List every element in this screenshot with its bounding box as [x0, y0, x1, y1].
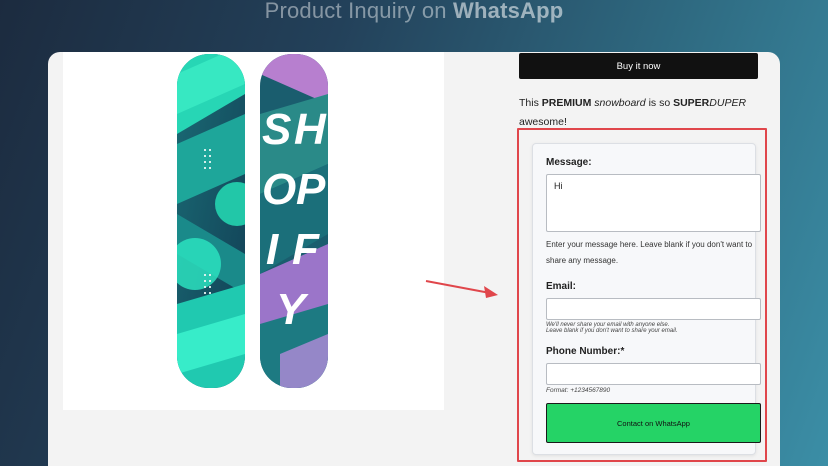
message-textarea[interactable] [546, 174, 761, 232]
phone-hint: Format: +1234567890 [546, 387, 611, 394]
board-letter-o: O [262, 165, 296, 214]
product-card: S H O P I F Y Buy it now This PREMIUM sn… [48, 52, 780, 466]
message-label: Message: [546, 157, 592, 168]
phone-label: Phone Number:* [546, 346, 625, 357]
email-hint-2: Leave blank if you don't want to share y… [546, 328, 678, 334]
desc-text-1: This [519, 97, 539, 109]
whatsapp-form-highlight: Message: Enter your message here. Leave … [517, 128, 767, 462]
board-letter-f: F [292, 225, 320, 274]
board-letter-s: S [262, 105, 291, 154]
buy-it-now-button[interactable]: Buy it now [519, 53, 758, 79]
board-letter-p: P [296, 165, 326, 214]
page-headline: Product Inquiry on WhatsApp [0, 0, 828, 24]
board-letter-i: I [266, 225, 279, 274]
headline-brand: WhatsApp [453, 0, 564, 23]
annotation-arrow-icon [425, 280, 498, 298]
desc-super: SUPER [673, 97, 710, 109]
contact-on-whatsapp-button[interactable]: Contact on WhatsApp [546, 403, 761, 443]
headline-prefix: Product Inquiry on [264, 0, 447, 23]
desc-duper: DUPER [709, 97, 747, 109]
desc-text-3: awesome! [519, 116, 567, 128]
email-label: Email: [546, 281, 577, 292]
snowboard-graphic-left [177, 54, 245, 388]
board-letter-y: Y [276, 285, 309, 334]
board-letter-h: H [294, 105, 327, 154]
product-image[interactable]: S H O P I F Y [63, 52, 444, 410]
snowboard-graphic-right: S H O P I F Y [260, 54, 328, 388]
product-description: This PREMIUM snowboard is so SUPERDUPER … [519, 94, 769, 132]
desc-text-2: is so [648, 97, 671, 109]
message-hint: Enter your message here. Leave blank if … [546, 240, 753, 265]
desc-snowboard: snowboard [594, 97, 646, 109]
phone-input[interactable] [546, 363, 761, 385]
whatsapp-inquiry-form: Message: Enter your message here. Leave … [532, 143, 761, 455]
desc-premium: PREMIUM [541, 97, 592, 109]
email-input[interactable] [546, 298, 761, 320]
